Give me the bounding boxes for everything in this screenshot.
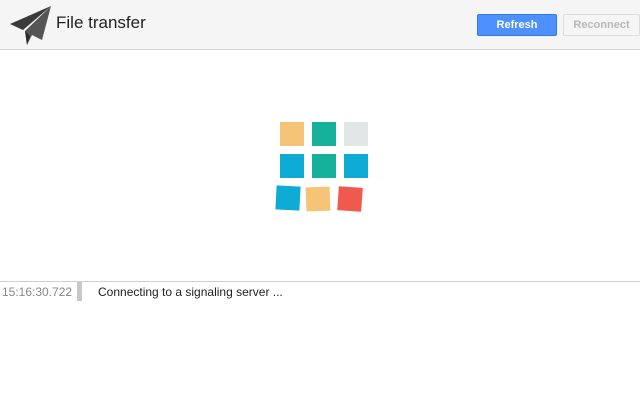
loader-tile — [280, 122, 304, 146]
app-header: File transfer Refresh Reconnect — [0, 0, 640, 50]
log-level-marker — [77, 282, 82, 301]
refresh-button[interactable]: Refresh — [477, 14, 557, 36]
transfer-stage — [0, 50, 640, 281]
log-entry: 15:16:30.722 Connecting to a signaling s… — [0, 282, 640, 302]
loader-tile — [344, 154, 368, 178]
loader-tile — [280, 154, 304, 178]
loader-tile — [344, 122, 368, 146]
loader-tile — [337, 186, 363, 212]
loader-tile — [305, 186, 331, 212]
reconnect-button[interactable]: Reconnect — [563, 14, 640, 36]
loader-tile — [312, 154, 336, 178]
log-message: Connecting to a signaling server ... — [98, 285, 283, 299]
loader-tile — [312, 122, 336, 146]
log-panel: 15:16:30.722 Connecting to a signaling s… — [0, 282, 640, 400]
log-timestamp: 15:16:30.722 — [2, 285, 73, 299]
paper-plane-icon — [10, 6, 51, 45]
page-title: File transfer — [56, 13, 146, 32]
loader-tile — [275, 185, 301, 211]
file-transfer-app: File transfer Refresh Reconnect 15:16:30… — [0, 0, 640, 400]
